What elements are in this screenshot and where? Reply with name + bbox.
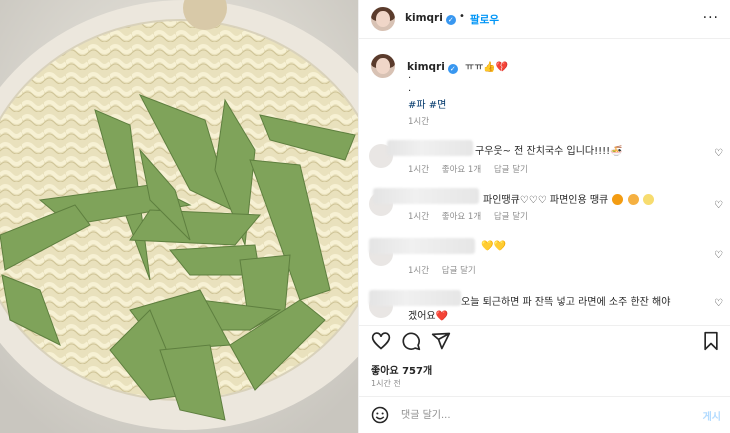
caption-dot-line: .	[408, 83, 412, 94]
comment-meta: 1시간 좋아요 1개 답글 달기	[408, 163, 538, 175]
caption-time: 1시간	[408, 117, 430, 127]
reply-button[interactable]: 답글 달기	[494, 165, 528, 175]
comment-meta: 1시간 좋아요 1개 답글 달기	[408, 210, 538, 222]
comment-composer: 게시	[359, 396, 730, 433]
author-avatar[interactable]	[371, 7, 395, 31]
author-username-text[interactable]: kimqri	[405, 12, 443, 24]
comment-text-body: 파인땡큐♡♡♡ 파면인용 땡큐	[483, 195, 609, 206]
author-username[interactable]: kimqri ✓	[405, 12, 456, 25]
comment-likes[interactable]: 좋아요 1개	[442, 165, 481, 175]
heart-icon[interactable]	[371, 331, 391, 351]
comment-input[interactable]	[401, 405, 661, 425]
comment-text-continued: 겠어요❤️	[408, 311, 449, 322]
caption-username-text[interactable]: kimqri	[407, 61, 445, 73]
comment-icon[interactable]	[401, 331, 421, 351]
emoji-icon	[642, 194, 654, 205]
heart-icon[interactable]: ♡	[714, 200, 723, 211]
caption-avatar[interactable]	[371, 54, 395, 78]
caption-dot-line: .	[408, 70, 412, 81]
comments-scroll[interactable]: kimqri ✓ ㅠㅠ👍💔 . . #파 #면 1시간 구우웃~ 전 잔치국수 입…	[359, 40, 730, 325]
comment: 오늘 퇴근하면 파 잔뜩 넣고 라면에 소주 한잔 해야 겠어요❤️ ♡	[359, 286, 730, 326]
comment-likes[interactable]: 좋아요 1개	[442, 212, 481, 222]
comment-meta: 1시간 답글 달기	[408, 264, 486, 276]
noodle-photo	[0, 0, 358, 433]
comment-text: 💛💛	[481, 241, 506, 252]
blurred-username	[387, 140, 473, 156]
post-actions: 좋아요 757개 1시간 전	[359, 325, 730, 395]
blurred-username	[369, 290, 461, 306]
verified-icon: ✓	[445, 15, 456, 25]
emoji-icon	[627, 194, 639, 205]
like-count[interactable]: 좋아요 757개	[371, 362, 432, 377]
post-header: kimqri ✓ • 팔로우 ···	[359, 0, 730, 39]
heart-icon[interactable]: ♡	[714, 148, 723, 159]
comment-time: 1시간	[408, 212, 430, 222]
blurred-username	[373, 188, 479, 204]
verified-icon: ✓	[447, 64, 458, 74]
comment: 파인땡큐♡♡♡ 파면인용 땡큐 1시간 좋아요 1개 답글 달기 ♡	[359, 186, 730, 232]
caption-line: kimqri ✓ ㅠㅠ👍💔	[407, 58, 508, 74]
share-icon[interactable]	[431, 331, 451, 351]
heart-icon[interactable]: ♡	[714, 298, 723, 309]
comment-text: 구우웃~ 전 잔치국수 입니다!!!!🍜	[475, 146, 623, 157]
comment-text: 파인땡큐♡♡♡ 파면인용 땡큐	[483, 191, 654, 206]
post-comment-button[interactable]: 게시	[703, 408, 721, 423]
heart-icon[interactable]: ♡	[714, 250, 723, 261]
post-time: 1시간 전	[371, 379, 401, 388]
blurred-username	[369, 238, 475, 254]
emoji-icon	[612, 194, 624, 205]
comment: 💛💛 1시간 답글 달기 ♡	[359, 236, 730, 282]
caption-username[interactable]: kimqri ✓	[407, 61, 458, 74]
reply-button[interactable]: 답글 달기	[494, 212, 528, 222]
emoji-icon[interactable]	[371, 406, 389, 424]
comment: 구우웃~ 전 잔치국수 입니다!!!!🍜 1시간 좋아요 1개 답글 달기 ♡	[359, 138, 730, 184]
caption-hashtags[interactable]: #파 #면	[408, 96, 446, 111]
bookmark-icon[interactable]	[701, 331, 721, 351]
post-photo[interactable]	[0, 0, 358, 433]
separator-dot: •	[459, 11, 465, 22]
comment-time: 1시간	[408, 266, 430, 276]
follow-button[interactable]: 팔로우	[470, 12, 499, 27]
more-icon[interactable]: ···	[703, 10, 719, 26]
caption-text: ㅠㅠ👍💔	[465, 62, 509, 73]
comment-time: 1시간	[408, 165, 430, 175]
comment-text: 오늘 퇴근하면 파 잔뜩 넣고 라면에 소주 한잔 해야	[461, 297, 671, 308]
post-detail-panel: kimqri ✓ • 팔로우 ··· kimqri ✓ ㅠㅠ👍💔 . . #파 #면…	[358, 0, 730, 433]
reply-button[interactable]: 답글 달기	[442, 266, 476, 276]
